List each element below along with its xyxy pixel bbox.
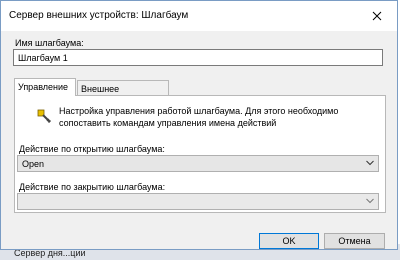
name-input[interactable]: Шлагбаум 1 <box>13 49 383 66</box>
close-action-select[interactable] <box>17 193 379 210</box>
tab-external-control[interactable]: Внешнее управление <box>77 80 169 110</box>
chevron-down-icon <box>366 160 374 166</box>
key-icon <box>37 109 51 123</box>
ok-button[interactable]: OK <box>259 233 319 249</box>
panel-description: Настройка управления работой шлагбаума. … <box>59 106 339 128</box>
window-title: Сервер внешних устройств: Шлагбаум <box>9 10 189 21</box>
title-bar: Сервер внешних устройств: Шлагбаум <box>1 1 397 31</box>
open-action-value: Open <box>22 159 45 169</box>
cancel-button[interactable]: Отмена <box>324 233 385 249</box>
close-action-label: Действие по закрытию шлагбаума: <box>19 182 166 192</box>
chevron-down-icon <box>366 198 374 204</box>
close-icon <box>372 11 382 21</box>
dialog-window: Сервер внешних устройств: Шлагбаум Имя ш… <box>0 0 398 250</box>
open-action-label: Действие по открытию шлагбаума: <box>19 144 165 154</box>
open-action-select[interactable]: Open <box>17 155 379 172</box>
tab-control[interactable]: Управление <box>14 78 76 96</box>
close-button[interactable] <box>357 1 397 31</box>
name-label: Имя шлагбаума: <box>15 38 84 48</box>
